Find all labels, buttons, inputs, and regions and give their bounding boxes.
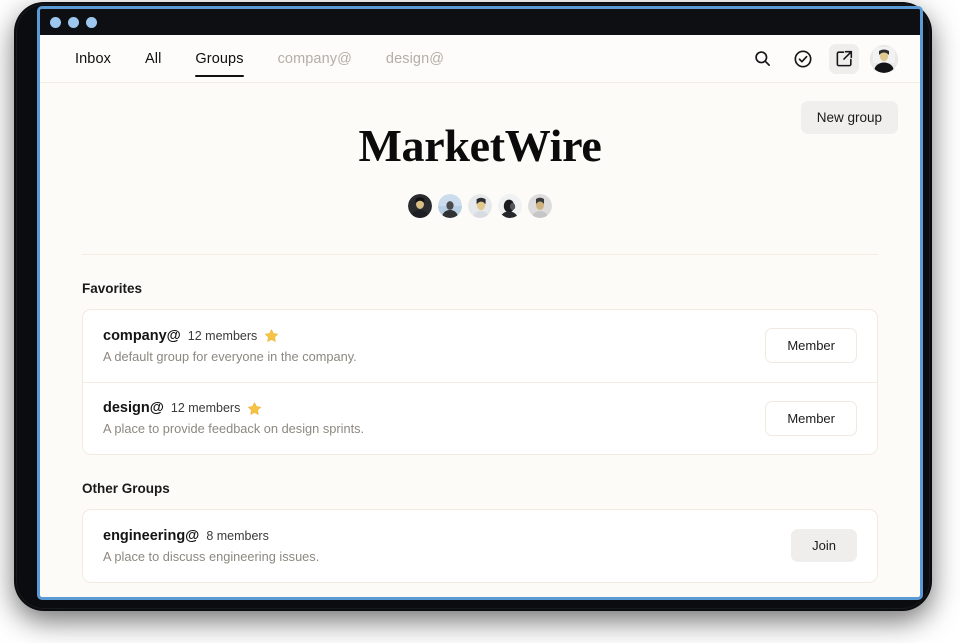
favorites-group-card: company@ 12 members A default group for …: [82, 308, 878, 455]
maximize-window-button[interactable]: [86, 16, 97, 28]
window-titlebar: [40, 9, 920, 35]
member-avatar[interactable]: [408, 193, 432, 218]
other-groups-card: engineering@ 8 members A place to discus…: [82, 508, 878, 583]
group-description: A place to provide feedback on design sp…: [103, 421, 365, 437]
group-member-count: 12 members: [187, 328, 258, 343]
user-avatar[interactable]: [870, 44, 898, 73]
group-info: company@ 12 members A default group for …: [103, 328, 765, 364]
tab-design[interactable]: design@: [369, 35, 461, 82]
group-description: A place to discuss engineering issues.: [103, 548, 320, 564]
section-title-favorites: Favorites: [82, 280, 143, 296]
browser-window: Inbox All Groups company@ design@ New gr…: [37, 6, 923, 600]
top-navigation-bar: Inbox All Groups company@ design@: [40, 35, 920, 83]
tab-inbox[interactable]: Inbox: [58, 35, 128, 82]
app-page: Inbox All Groups company@ design@ New gr…: [40, 35, 920, 597]
section-title-other-groups: Other Groups: [82, 480, 170, 496]
group-info: design@ 12 members A place to provide fe…: [103, 400, 765, 436]
tab-groups[interactable]: Groups: [178, 35, 260, 82]
membership-button-design[interactable]: Member: [765, 400, 857, 436]
compose-button[interactable]: [829, 43, 859, 74]
group-heading: company@ 12 members: [103, 328, 765, 344]
mark-done-button[interactable]: [788, 44, 818, 74]
group-name: engineering@: [103, 527, 200, 544]
page-title: MarketWire: [358, 120, 602, 171]
tab-all-label: All: [144, 50, 162, 67]
member-avatar[interactable]: [498, 193, 522, 218]
group-name: company@: [103, 327, 181, 344]
search-icon: [753, 49, 772, 68]
tab-company-label: company@: [277, 50, 352, 67]
new-group-button[interactable]: New group: [800, 101, 898, 134]
group-info: engineering@ 8 members A place to discus…: [103, 528, 791, 564]
membership-button-company[interactable]: Member: [765, 328, 857, 364]
nav-tabs: Inbox All Groups company@ design@: [58, 35, 461, 82]
group-member-count: 12 members: [170, 401, 241, 416]
member-avatar[interactable]: [528, 193, 552, 218]
member-avatar-stack: [40, 193, 920, 218]
close-window-button[interactable]: [50, 16, 61, 28]
group-heading: design@ 12 members: [103, 400, 765, 416]
hero-divider: [82, 253, 878, 255]
group-heading: engineering@ 8 members: [103, 528, 791, 544]
group-name: design@: [103, 400, 164, 417]
avatar-image: [870, 44, 898, 73]
group-row-engineering[interactable]: engineering@ 8 members A place to discus…: [83, 510, 877, 582]
minimize-window-button[interactable]: [68, 16, 79, 28]
group-description: A default group for everyone in the comp…: [103, 348, 357, 364]
favorite-star-icon[interactable]: [264, 328, 279, 343]
tab-groups-label: Groups: [195, 50, 244, 67]
group-member-count: 8 members: [206, 528, 269, 543]
favorite-star-icon[interactable]: [247, 401, 262, 416]
tab-inbox-label: Inbox: [75, 50, 111, 67]
tab-company[interactable]: company@: [261, 35, 369, 82]
group-row-company[interactable]: company@ 12 members A default group for …: [83, 310, 877, 382]
group-row-design[interactable]: design@ 12 members A place to provide fe…: [83, 381, 877, 454]
member-avatar[interactable]: [468, 193, 492, 218]
groups-content: Favorites company@ 12 members A default …: [40, 281, 920, 583]
nav-actions: [747, 43, 898, 74]
member-avatar[interactable]: [438, 193, 462, 218]
join-button-engineering[interactable]: Join: [791, 529, 857, 563]
tab-all[interactable]: All: [128, 35, 178, 82]
group-hero: New group MarketWire: [40, 83, 920, 240]
check-circle-icon: [793, 49, 813, 69]
tab-design-label: design@: [385, 50, 445, 67]
search-button[interactable]: [747, 44, 777, 74]
compose-icon: [835, 49, 854, 68]
